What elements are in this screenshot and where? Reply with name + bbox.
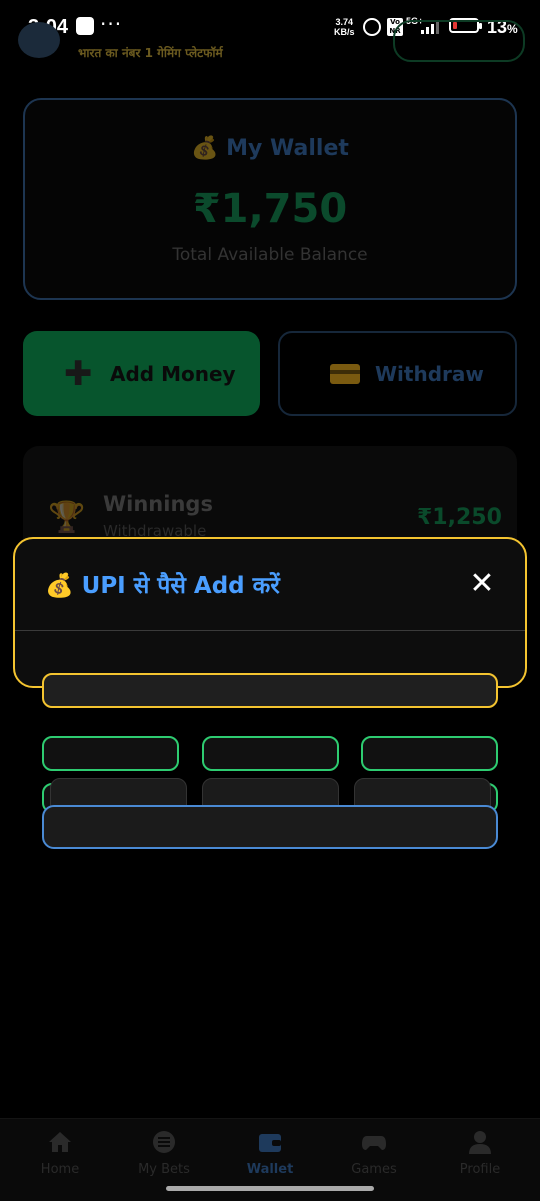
user-icon [469, 1131, 491, 1154]
withdraw-label: Withdraw [375, 362, 484, 386]
quick-amount-button[interactable] [361, 736, 498, 771]
winnings-amount: ₹1,250 [417, 505, 502, 530]
app-logo [18, 22, 60, 58]
plus-icon: ✚ [64, 354, 93, 394]
notification-icon [76, 17, 94, 35]
winnings-title: Winnings [103, 492, 213, 516]
credit-card-icon [330, 364, 360, 384]
modal-title: 💰 UPI से पैसे Add करें [45, 573, 280, 599]
wallet-title: 💰 My Wallet [191, 136, 349, 161]
list-icon [153, 1131, 175, 1153]
nav-profile[interactable]: Profile [426, 1130, 534, 1177]
upi-id-input[interactable] [42, 805, 498, 849]
hotspot-icon [363, 18, 381, 36]
amount-input[interactable] [42, 673, 498, 708]
nav-my-bets[interactable]: My Bets [110, 1130, 218, 1177]
upi-add-money-modal [13, 537, 527, 688]
quick-amount-button[interactable] [42, 736, 179, 771]
nav-home[interactable]: Home [6, 1130, 114, 1177]
money-bag-icon: 💰 [191, 136, 219, 161]
home-indicator[interactable] [166, 1186, 374, 1191]
home-icon [49, 1132, 71, 1152]
add-money-label: Add Money [110, 362, 236, 386]
more-notifications-icon: ··· [100, 12, 123, 36]
gamepad-icon [362, 1136, 386, 1150]
nav-games[interactable]: Games [320, 1130, 428, 1177]
wallet-subtitle: Total Available Balance [172, 245, 368, 265]
nav-wallet[interactable]: Wallet [216, 1130, 324, 1177]
header-button[interactable] [393, 20, 525, 62]
trophy-icon: 🏆 [48, 500, 86, 535]
quick-amount-button[interactable] [202, 736, 339, 771]
close-icon[interactable]: ✕ [466, 568, 498, 600]
wallet-icon [259, 1134, 281, 1152]
modal-divider [15, 630, 525, 631]
network-speed: 3.74 KB/s [334, 17, 355, 37]
wallet-balance: ₹1,750 [192, 186, 348, 232]
header-tagline: भारत का नंबर 1 गेमिंग प्लेटफॉर्म [78, 46, 223, 60]
